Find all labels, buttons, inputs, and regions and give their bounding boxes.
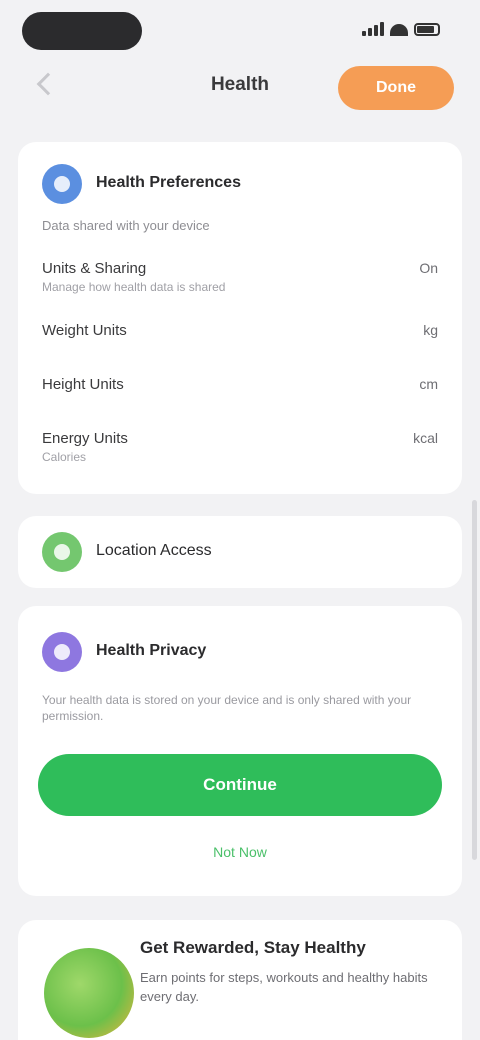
- health-privacy-card: Health Privacy Your health data is store…: [18, 606, 462, 896]
- list-item[interactable]: Energy Units Calories kcal: [42, 430, 438, 464]
- promo-description: Earn points for steps, workouts and heal…: [140, 970, 428, 1004]
- status-icons: [362, 22, 440, 36]
- promo-card[interactable]: Get Rewarded, Stay Healthy Earn points f…: [18, 920, 462, 1040]
- list-item[interactable]: Height Units cm: [42, 376, 438, 393]
- not-now-link[interactable]: Not Now: [18, 844, 462, 860]
- card-subtitle: Data shared with your device: [42, 218, 210, 233]
- list-item[interactable]: Weight Units kg: [42, 322, 438, 339]
- app-logo-image: [44, 948, 134, 1038]
- list-item-value: cm: [419, 376, 438, 392]
- card-title: Location Access: [96, 542, 212, 559]
- list-item-sublabel: Manage how health data is shared: [42, 280, 226, 294]
- time-pill: [22, 12, 142, 50]
- list-item-label: Energy Units: [42, 430, 128, 447]
- battery-icon: [414, 23, 440, 36]
- list-item-label: Units & Sharing: [42, 260, 147, 277]
- status-bar: [0, 0, 480, 60]
- continue-button[interactable]: Continue: [38, 754, 442, 816]
- shield-icon: [42, 632, 82, 672]
- list-item-value: kcal: [413, 430, 438, 446]
- done-button[interactable]: Done: [338, 66, 454, 110]
- promo-title: Get Rewarded, Stay Healthy: [140, 938, 366, 957]
- health-preferences-card: Health Preferences Data shared with your…: [18, 142, 462, 494]
- heart-icon: [42, 164, 82, 204]
- card-title: Health Preferences: [96, 174, 241, 191]
- signal-icon: [362, 22, 384, 36]
- card-description: Your health data is stored on your devic…: [42, 693, 412, 723]
- list-item[interactable]: Units & Sharing Manage how health data i…: [42, 260, 438, 294]
- card-title: Health Privacy: [96, 642, 207, 659]
- list-item-value: On: [419, 260, 438, 276]
- list-item-sublabel: Calories: [42, 450, 87, 464]
- list-item-label: Weight Units: [42, 322, 127, 339]
- scrollbar[interactable]: [472, 500, 477, 860]
- location-icon: [42, 532, 82, 572]
- list-item-label: Height Units: [42, 376, 124, 393]
- list-item-value: kg: [423, 322, 438, 338]
- navigation-bar: Health Done: [0, 62, 480, 112]
- wifi-icon: [390, 24, 408, 36]
- location-access-card[interactable]: Location Access: [18, 516, 462, 588]
